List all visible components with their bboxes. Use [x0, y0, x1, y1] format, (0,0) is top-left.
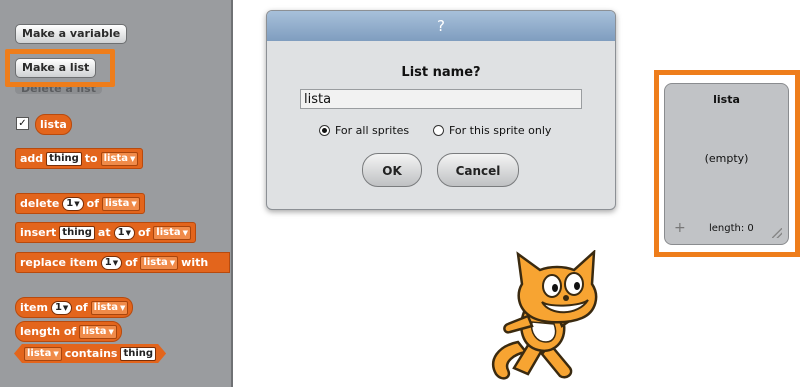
- item-of-list-block[interactable]: item 1 ▼ of lista ▼: [15, 297, 134, 318]
- add-item-icon[interactable]: +: [674, 220, 686, 236]
- text-arg-slot[interactable]: thing: [59, 225, 95, 240]
- insert-at-list-block[interactable]: insert thing at 1 ▼ of lista ▼: [15, 222, 197, 243]
- block-text: of: [86, 197, 99, 210]
- list-dropdown[interactable]: lista ▼: [102, 196, 140, 211]
- replace-item-block[interactable]: replace item 1 ▼ of lista ▼ with: [15, 252, 230, 273]
- list-name-dialog: ? List name? For all sprites For this sp…: [266, 10, 616, 210]
- add-to-list-block[interactable]: add thing to lista ▼: [15, 148, 144, 169]
- resize-handle-icon[interactable]: [772, 228, 782, 238]
- block-text: of: [137, 226, 151, 239]
- list-dropdown[interactable]: lista ▼: [153, 225, 192, 240]
- block-text: contains: [64, 347, 118, 360]
- list-dropdown[interactable]: lista ▼: [100, 151, 139, 166]
- radio-label: For all sprites: [335, 124, 410, 137]
- block-text: of: [125, 256, 138, 269]
- list-dropdown-label: lista: [27, 347, 52, 359]
- list-dropdown-label: lista: [93, 301, 118, 313]
- list-dropdown-label: lista: [143, 256, 168, 268]
- number-label: 1: [66, 197, 74, 209]
- chevron-down-icon: ▼: [108, 327, 114, 336]
- number-dropdown[interactable]: 1 ▼: [62, 196, 84, 211]
- list-reporter-block[interactable]: lista: [35, 114, 72, 135]
- radio-selected-icon: [319, 125, 330, 136]
- list-show-checkbox[interactable]: ✓: [16, 117, 29, 130]
- delete-of-list-block[interactable]: delete 1 ▼ of lista ▼: [15, 193, 145, 214]
- chevron-down-icon: ▼: [125, 228, 131, 237]
- chevron-down-icon: ▼: [62, 303, 69, 312]
- radio-unselected-icon: [433, 125, 444, 136]
- number-dropdown[interactable]: 1 ▼: [50, 300, 73, 315]
- block-text: delete: [20, 197, 60, 210]
- list-dropdown-label: lista: [82, 325, 107, 337]
- list-dropdown-label: lista: [105, 197, 130, 209]
- dialog-prompt: List name?: [401, 65, 481, 80]
- number-label: 1: [104, 256, 112, 268]
- block-text: length of: [20, 325, 77, 338]
- list-dropdown[interactable]: lista ▼: [79, 324, 117, 339]
- number-label: 1: [54, 301, 62, 313]
- chevron-down-icon: ▼: [131, 199, 137, 208]
- watcher-title: lista: [713, 93, 740, 106]
- cancel-button[interactable]: Cancel: [437, 153, 519, 187]
- list-reporter-label: lista: [40, 118, 67, 131]
- block-text: of: [75, 301, 88, 314]
- block-text: at: [97, 226, 111, 239]
- radio-label: For this sprite only: [449, 124, 552, 137]
- list-dropdown-label: lista: [156, 226, 181, 238]
- block-text: insert: [20, 226, 57, 239]
- block-text: to: [84, 152, 98, 165]
- list-dropdown[interactable]: lista ▼: [140, 255, 179, 270]
- make-list-highlight: [5, 49, 115, 87]
- list-contains-block[interactable]: lista ▼ contains thing: [14, 344, 166, 363]
- watcher-empty-label: (empty): [704, 152, 749, 165]
- ok-button[interactable]: OK: [362, 153, 422, 187]
- chevron-down-icon: ▼: [74, 199, 80, 208]
- block-text: item: [20, 301, 48, 314]
- text-arg-slot[interactable]: thing: [120, 347, 156, 361]
- list-watcher[interactable]: lista (empty) + length: 0: [664, 83, 789, 245]
- radio-for-this-sprite[interactable]: For this sprite only: [433, 124, 551, 137]
- chevron-down-icon: ▼: [112, 258, 119, 267]
- block-text: with: [181, 256, 209, 269]
- dialog-title: ?: [267, 11, 615, 41]
- number-label: 1: [117, 226, 125, 238]
- list-name-input[interactable]: [300, 89, 582, 109]
- block-text: add: [20, 152, 44, 165]
- length-of-list-block[interactable]: length of lista ▼: [15, 321, 122, 342]
- block-palette: Make a variable Delete a list Make a lis…: [0, 0, 233, 387]
- cat-sprite-icon[interactable]: [478, 250, 620, 387]
- make-variable-button[interactable]: Make a variable: [15, 24, 128, 44]
- chevron-down-icon: ▼: [120, 303, 126, 312]
- block-text: replace item: [20, 256, 98, 269]
- radio-for-all-sprites[interactable]: For all sprites: [319, 124, 409, 137]
- number-dropdown[interactable]: 1 ▼: [113, 225, 135, 240]
- list-dropdown[interactable]: lista ▼: [90, 300, 129, 315]
- chevron-down-icon: ▼: [169, 258, 176, 267]
- text-arg-slot[interactable]: thing: [46, 151, 82, 166]
- chevron-down-icon: ▼: [182, 228, 189, 237]
- number-dropdown[interactable]: 1 ▼: [100, 255, 123, 270]
- watcher-length: length: 0: [709, 223, 754, 234]
- chevron-down-icon: ▼: [129, 154, 136, 163]
- chevron-down-icon: ▼: [53, 349, 59, 358]
- list-dropdown[interactable]: lista ▼: [24, 347, 62, 361]
- list-dropdown-label: lista: [103, 152, 128, 164]
